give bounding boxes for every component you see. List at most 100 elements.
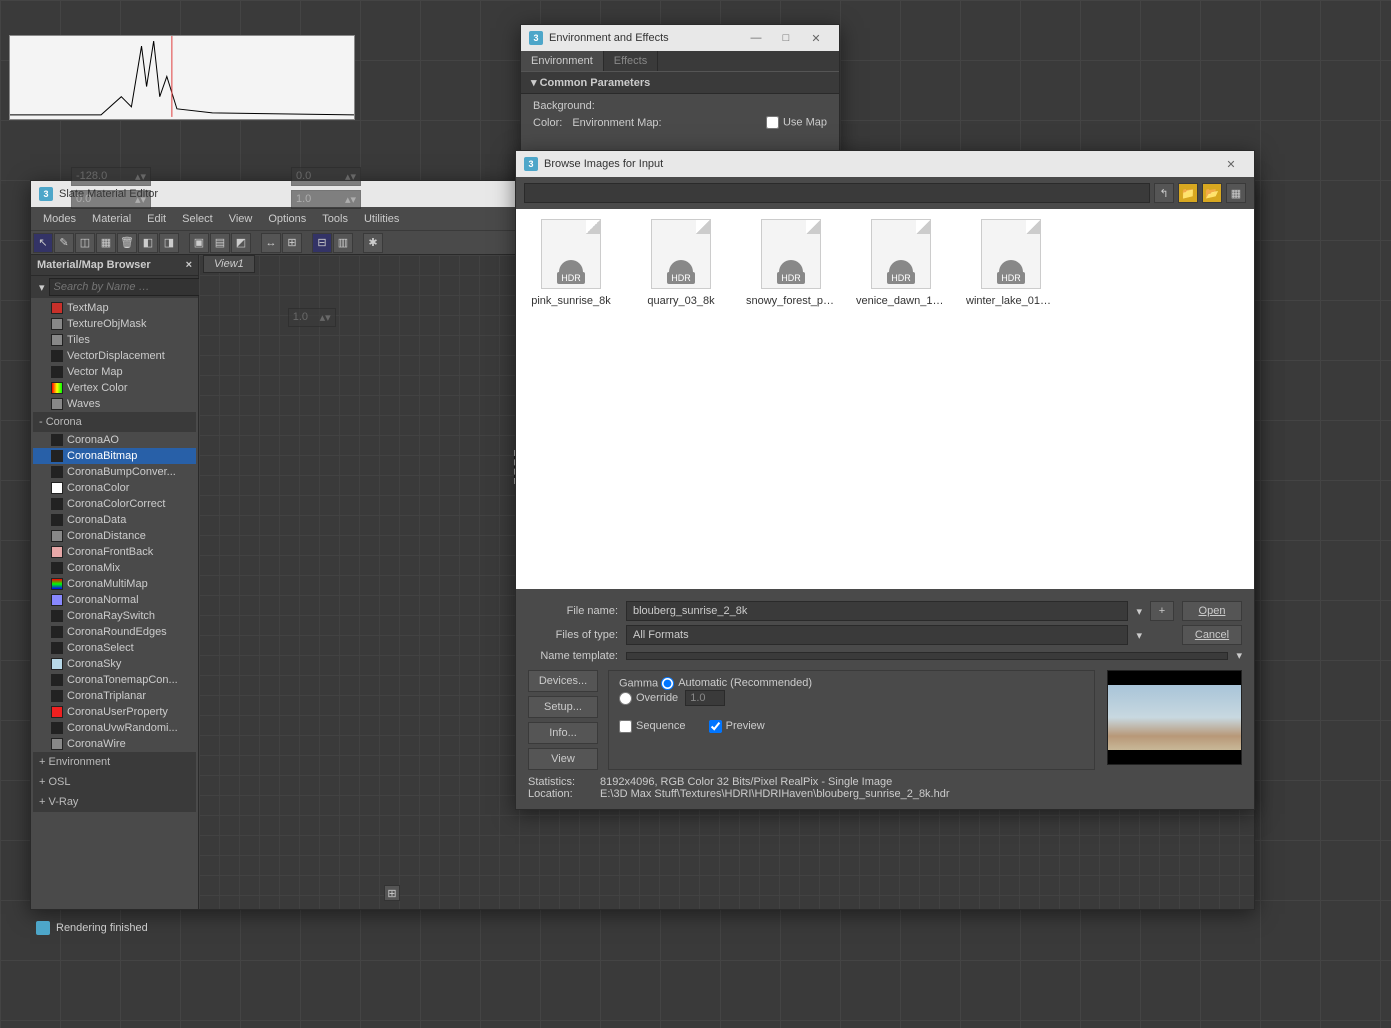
- filename-input[interactable]: blouberg_sunrise_2_8k: [626, 601, 1128, 621]
- navigator-icon[interactable]: ⊞: [384, 885, 400, 901]
- envfx-titlebar[interactable]: 3 Environment and Effects — □ ✕: [521, 25, 839, 51]
- wp-log-spinner[interactable]: 0.0▴▾: [291, 167, 361, 186]
- sequence-checkbox[interactable]: Sequence: [619, 720, 686, 732]
- map-item[interactable]: TextureObjMask: [33, 316, 196, 332]
- tool-icon[interactable]: ▤: [210, 233, 230, 253]
- map-item[interactable]: Vertex Color: [33, 380, 196, 396]
- tool-icon[interactable]: ◧: [138, 233, 158, 253]
- file-item[interactable]: HDRpink_sunrise_8k: [526, 219, 616, 307]
- view-mode-icon[interactable]: ▦: [1226, 183, 1246, 203]
- cancel-button[interactable]: Cancel: [1182, 625, 1242, 645]
- path-dropdown[interactable]: [524, 183, 1150, 203]
- tool-icon[interactable]: ⊞: [282, 233, 302, 253]
- wp-lin-spinner[interactable]: 1.0▴▾: [291, 190, 361, 209]
- map-item[interactable]: CoronaBitmap: [33, 448, 196, 464]
- trash-icon[interactable]: 🗑: [117, 233, 137, 253]
- map-item[interactable]: CoronaFrontBack: [33, 544, 196, 560]
- map-item[interactable]: CoronaSky: [33, 656, 196, 672]
- menu-options[interactable]: Options: [260, 213, 314, 225]
- tree-category[interactable]: + V-Ray: [33, 792, 196, 812]
- tool-icon[interactable]: ◨: [159, 233, 179, 253]
- map-item[interactable]: CoronaDistance: [33, 528, 196, 544]
- tab-effects[interactable]: Effects: [604, 51, 658, 71]
- eyedropper-icon[interactable]: ✎: [54, 233, 74, 253]
- open-button[interactable]: Open: [1182, 601, 1242, 621]
- tree-category[interactable]: + OSL: [33, 772, 196, 792]
- file-item[interactable]: HDRwinter_lake_01_8k: [966, 219, 1056, 307]
- map-item[interactable]: CoronaTonemapCon...: [33, 672, 196, 688]
- tool-icon[interactable]: ↔: [261, 233, 281, 253]
- file-list[interactable]: HDRpink_sunrise_8kHDRquarry_03_8kHDRsnow…: [516, 209, 1254, 589]
- close-button[interactable]: ✕: [801, 28, 831, 48]
- layout-icon[interactable]: ▥: [333, 233, 353, 253]
- map-item[interactable]: CoronaAO: [33, 432, 196, 448]
- tree-category[interactable]: + Environment: [33, 752, 196, 772]
- plus-button[interactable]: +: [1150, 601, 1174, 621]
- minimize-button[interactable]: —: [741, 28, 771, 48]
- search-input[interactable]: [49, 278, 202, 296]
- map-item[interactable]: CoronaColor: [33, 480, 196, 496]
- nametpl-dropdown-icon[interactable]: ▾: [1236, 649, 1242, 662]
- new-folder-icon[interactable]: 📂: [1202, 183, 1222, 203]
- view-tab[interactable]: View1: [203, 255, 255, 273]
- map-item[interactable]: CoronaRoundEdges: [33, 624, 196, 640]
- browse-titlebar[interactable]: 3 Browse Images for Input ✕: [516, 151, 1254, 177]
- bp-log-spinner[interactable]: -128.0▴▾: [71, 167, 151, 186]
- tool-icon[interactable]: ◫: [75, 233, 95, 253]
- map-item[interactable]: CoronaSelect: [33, 640, 196, 656]
- map-item[interactable]: CoronaBumpConver...: [33, 464, 196, 480]
- map-item[interactable]: VectorDisplacement: [33, 348, 196, 364]
- tool-icon[interactable]: ▣: [189, 233, 209, 253]
- bp-lin-spinner[interactable]: 0.0▴▾: [71, 190, 151, 209]
- map-item[interactable]: Tiles: [33, 332, 196, 348]
- map-item[interactable]: CoronaUserProperty: [33, 704, 196, 720]
- menu-modes[interactable]: Modes: [35, 213, 84, 225]
- tool-icon[interactable]: ▦: [96, 233, 116, 253]
- preview-checkbox[interactable]: Preview: [709, 720, 765, 732]
- gamma-override-radio[interactable]: Override: [619, 692, 678, 704]
- filetype-select[interactable]: All Formats: [626, 625, 1128, 645]
- map-item[interactable]: CoronaMultiMap: [33, 576, 196, 592]
- gamma-auto-radio[interactable]: Automatic (Recommended): [661, 677, 812, 689]
- tool-icon[interactable]: ◩: [231, 233, 251, 253]
- common-params-header[interactable]: ▾ Common Parameters: [521, 71, 839, 94]
- menu-tools[interactable]: Tools: [314, 213, 356, 225]
- dropdown-icon[interactable]: ▾: [35, 281, 49, 294]
- display-scaled-spinner[interactable]: 1.0▴▾: [288, 308, 336, 327]
- map-item[interactable]: CoronaNormal: [33, 592, 196, 608]
- menu-material[interactable]: Material: [84, 213, 139, 225]
- filetype-dropdown-icon[interactable]: ▾: [1136, 629, 1142, 642]
- grid-icon[interactable]: ⊟: [312, 233, 332, 253]
- gamma-override-spinner[interactable]: 1.0: [685, 690, 725, 706]
- map-item[interactable]: CoronaData: [33, 512, 196, 528]
- setup-button[interactable]: Setup...: [528, 696, 598, 718]
- menu-select[interactable]: Select: [174, 213, 221, 225]
- map-item[interactable]: Vector Map: [33, 364, 196, 380]
- file-item[interactable]: HDRvenice_dawn_1_8k: [856, 219, 946, 307]
- menu-view[interactable]: View: [221, 213, 261, 225]
- close-button[interactable]: ✕: [1216, 154, 1246, 174]
- arrow-tool-icon[interactable]: ↖: [33, 233, 53, 253]
- up-folder-icon[interactable]: ↰: [1154, 183, 1174, 203]
- map-item[interactable]: CoronaUvwRandomi...: [33, 720, 196, 736]
- devices-button[interactable]: Devices...: [528, 670, 598, 692]
- menu-utilities[interactable]: Utilities: [356, 213, 407, 225]
- file-item[interactable]: HDRquarry_03_8k: [636, 219, 726, 307]
- view-button[interactable]: View: [528, 748, 598, 770]
- file-item[interactable]: HDRsnowy_forest_pa...: [746, 219, 836, 307]
- map-item[interactable]: CoronaColorCorrect: [33, 496, 196, 512]
- gear-icon[interactable]: ✱: [363, 233, 383, 253]
- use-map-checkbox[interactable]: Use Map: [766, 116, 827, 129]
- map-tree[interactable]: TextMapTextureObjMaskTilesVectorDisplace…: [31, 298, 198, 909]
- map-item[interactable]: Waves: [33, 396, 196, 412]
- nametpl-input[interactable]: [626, 652, 1228, 660]
- map-item[interactable]: CoronaMix: [33, 560, 196, 576]
- map-item[interactable]: TextMap: [33, 300, 196, 316]
- info-button[interactable]: Info...: [528, 722, 598, 744]
- folder-icon[interactable]: 📁: [1178, 183, 1198, 203]
- filename-dropdown-icon[interactable]: ▾: [1136, 605, 1142, 618]
- tab-environment[interactable]: Environment: [521, 51, 604, 71]
- maximize-button[interactable]: □: [771, 28, 801, 48]
- map-item[interactable]: CoronaRaySwitch: [33, 608, 196, 624]
- map-item[interactable]: CoronaTriplanar: [33, 688, 196, 704]
